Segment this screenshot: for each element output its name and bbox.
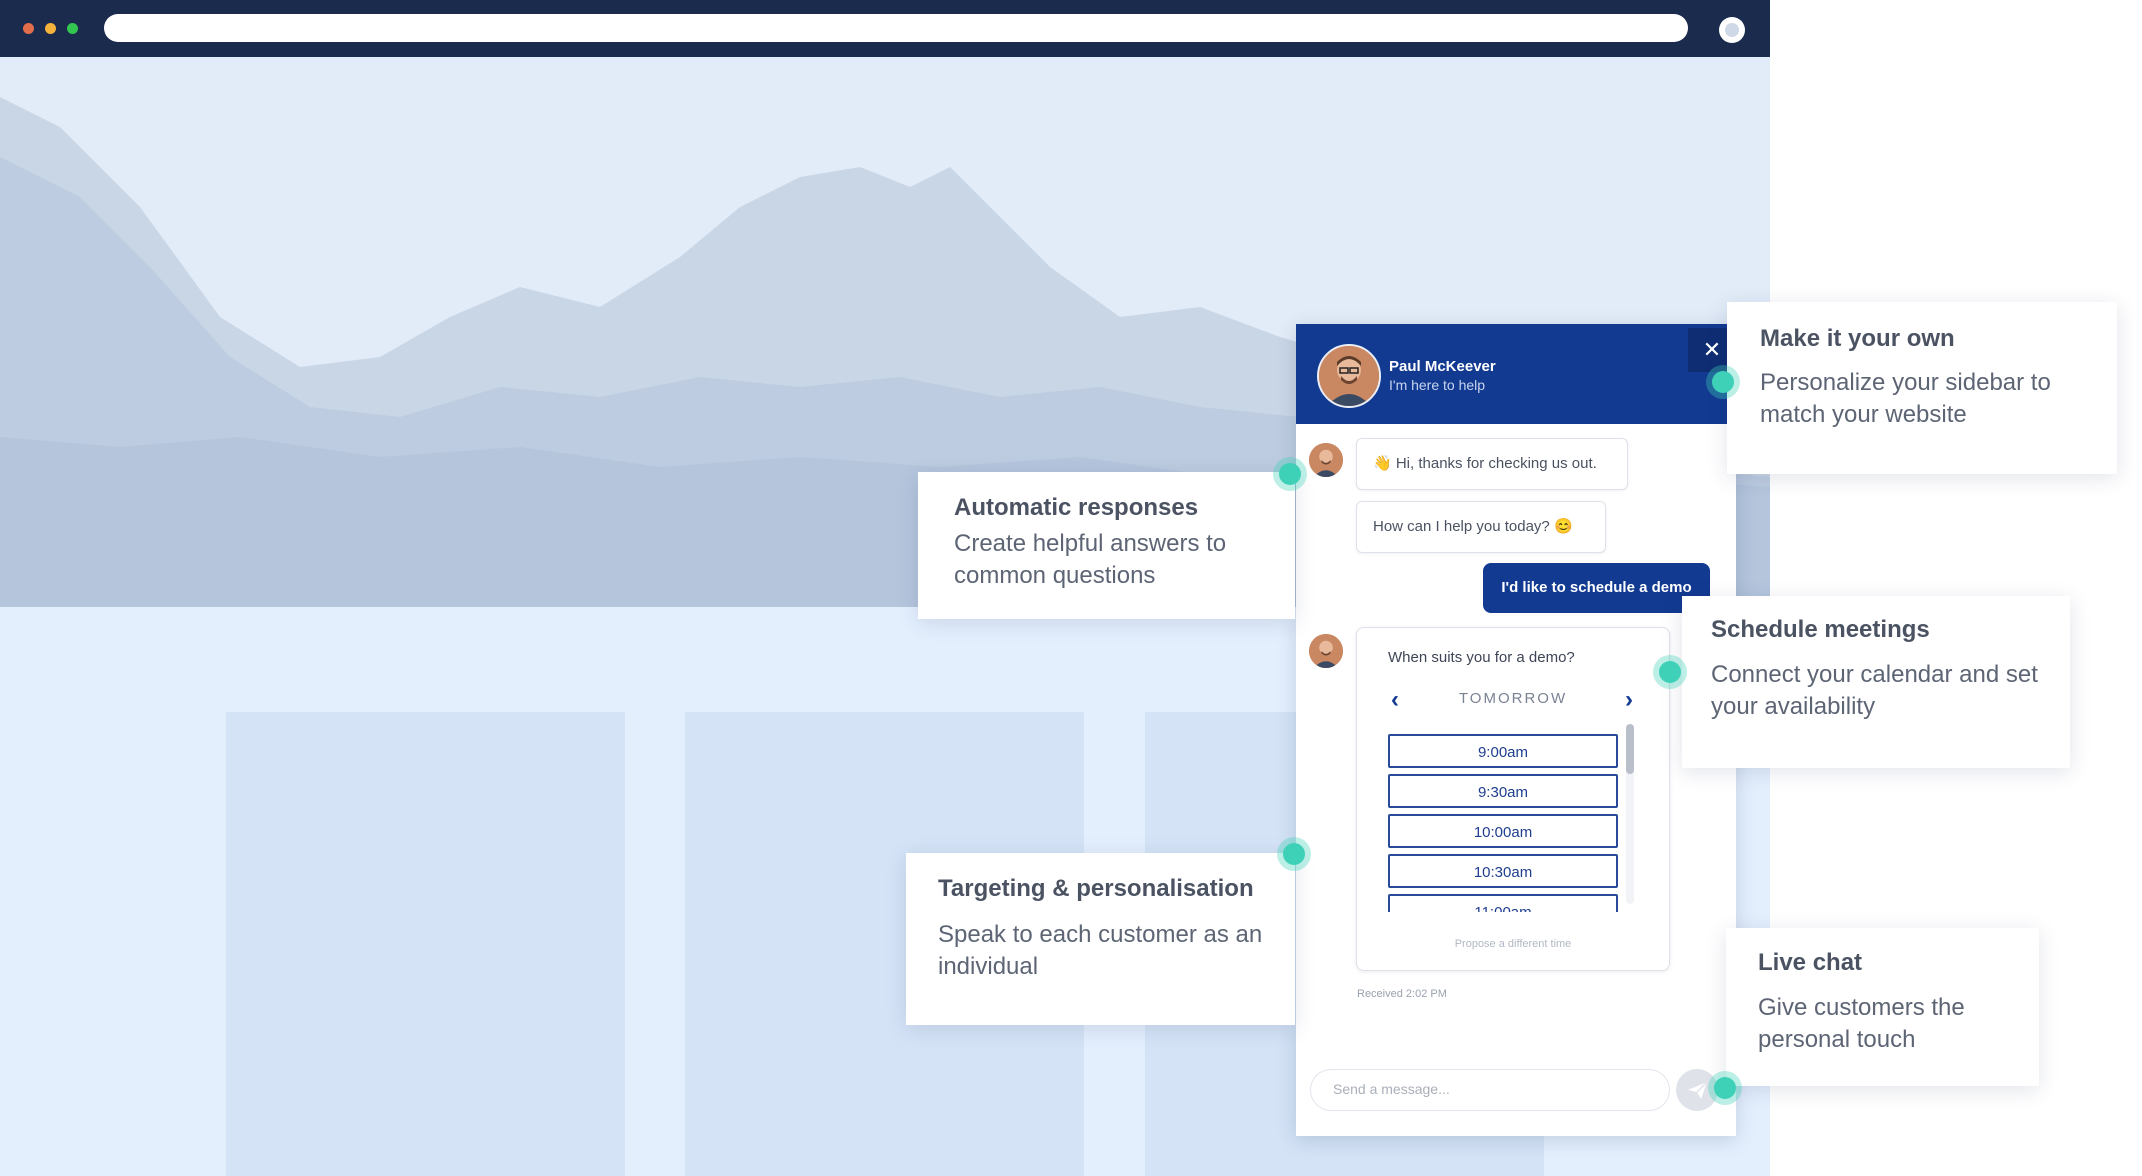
message-input-field[interactable] <box>1310 1069 1670 1111</box>
chat-message: How can I help you today? 😊 <box>1356 501 1606 553</box>
scheduler-question: When suits you for a demo? <box>1388 649 1575 666</box>
send-button[interactable] <box>1676 1069 1718 1111</box>
callout-title: Targeting & personalisation <box>938 875 1254 902</box>
time-slot-button[interactable]: 10:00am <box>1388 814 1618 848</box>
agent-avatar-small <box>1309 634 1343 668</box>
profile-avatar-icon[interactable] <box>1719 17 1745 43</box>
callout-text: Give customers the personal touch <box>1758 994 1965 1053</box>
time-slot-button[interactable]: 9:00am <box>1388 734 1618 768</box>
feature-hotspot[interactable] <box>1714 1077 1736 1099</box>
chat-message-text: How can I help you today? 😊 <box>1373 518 1573 535</box>
scheduler-day-label: TOMORROW <box>1458 690 1568 707</box>
received-timestamp: Received 2:02 PM <box>1357 988 1447 1000</box>
callout-title: Schedule meetings <box>1711 616 1930 643</box>
minimize-window-icon[interactable] <box>45 23 56 34</box>
chat-message: 👋 Hi, thanks for checking us out. <box>1356 438 1628 490</box>
callout-text: Connect your calendar and set your avail… <box>1711 661 2038 720</box>
propose-different-time-link[interactable]: Propose a different time <box>1357 938 1669 950</box>
callout-live-chat: Live chat Give customers the personal to… <box>1726 928 2039 1086</box>
callout-automatic-responses: Automatic responses Create helpful answe… <box>918 472 1295 619</box>
close-window-icon[interactable] <box>23 23 34 34</box>
message-input[interactable] <box>1331 1080 1655 1098</box>
feature-hotspot[interactable] <box>1659 661 1681 683</box>
scrollbar-thumb[interactable] <box>1626 724 1634 774</box>
agent-avatar-small <box>1309 443 1343 477</box>
paper-plane-icon <box>1688 1081 1708 1099</box>
chat-message-text: 👋 Hi, thanks for checking us out. <box>1373 455 1597 472</box>
feature-hotspot[interactable] <box>1283 843 1305 865</box>
callout-schedule-meetings: Schedule meetings Connect your calendar … <box>1682 596 2070 768</box>
agent-avatar <box>1317 344 1381 408</box>
feature-hotspot[interactable] <box>1279 463 1301 485</box>
chevron-right-icon[interactable]: › <box>1625 686 1633 714</box>
content-placeholder-card <box>226 712 625 1176</box>
callout-title: Make it your own <box>1760 325 1955 352</box>
time-slot-button[interactable]: 9:30am <box>1388 774 1618 808</box>
maximize-window-icon[interactable] <box>67 23 78 34</box>
user-message: I'd like to schedule a demo <box>1483 563 1710 613</box>
agent-tagline: I'm here to help <box>1389 377 1486 393</box>
callout-title: Automatic responses <box>954 494 1199 521</box>
chat-header: Paul McKeever I'm here to help ✕ <box>1296 324 1736 424</box>
callout-text: Create helpful answers to common questio… <box>954 530 1227 589</box>
browser-toolbar <box>0 0 1770 57</box>
callout-text: Personalize your sidebar to match your w… <box>1760 369 2051 428</box>
time-slot-button[interactable]: 11:00am <box>1388 894 1618 912</box>
slot-scrollbar[interactable] <box>1626 724 1634 904</box>
feature-hotspot[interactable] <box>1712 371 1734 393</box>
callout-targeting: Targeting & personalisation Speak to eac… <box>906 853 1295 1025</box>
address-bar[interactable] <box>104 14 1688 42</box>
meeting-scheduler: When suits you for a demo? ‹ TOMORROW › … <box>1356 627 1670 971</box>
time-slot-list[interactable]: 9:00am 9:30am 10:00am 10:30am 11:00am <box>1388 734 1622 912</box>
time-slot-button[interactable]: 10:30am <box>1388 854 1618 888</box>
chat-widget: Paul McKeever I'm here to help ✕ 👋 Hi, t… <box>1296 324 1736 1136</box>
callout-title: Live chat <box>1758 949 1863 976</box>
callout-text: Speak to each customer as an individual <box>938 921 1263 980</box>
callout-make-it-your-own: Make it your own Personalize your sideba… <box>1727 302 2117 474</box>
agent-name: Paul McKeever <box>1389 358 1496 375</box>
